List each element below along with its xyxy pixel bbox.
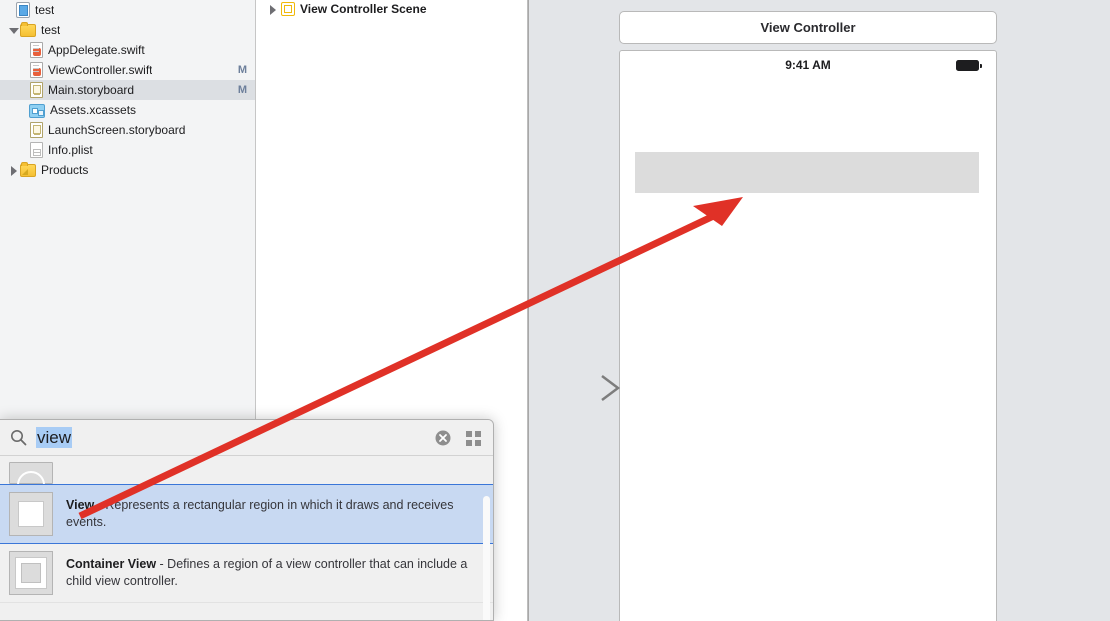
storyboard-canvas[interactable]: View Controller 9:41 AM <box>528 0 1110 621</box>
nav-row-launchscreen[interactable]: LaunchScreen.storyboard <box>0 120 255 140</box>
swift-file-icon <box>30 62 43 78</box>
nav-row-infoplist[interactable]: Info.plist <box>0 140 255 160</box>
products-folder-icon <box>20 162 36 177</box>
swift-file-icon <box>30 42 43 58</box>
chevron-right-icon[interactable] <box>8 165 19 176</box>
dropped-view-rectangle[interactable] <box>635 152 979 193</box>
asset-catalog-icon <box>29 103 45 118</box>
status-bar-time: 9:41 AM <box>785 58 831 72</box>
list-item-title: Container View <box>66 557 157 571</box>
list-item-text: View - Represents a rectangular region i… <box>66 497 483 531</box>
view-controller-title: View Controller <box>760 20 856 35</box>
storyboard-file-icon <box>30 82 43 98</box>
nav-row-label: AppDelegate.swift <box>48 43 145 57</box>
battery-full-icon <box>956 60 982 71</box>
outline-row-label: View Controller Scene <box>300 2 427 16</box>
file-status-badge: M <box>237 84 247 96</box>
library-scrollbar[interactable] <box>483 496 490 620</box>
nav-row-project[interactable]: test <box>0 0 255 20</box>
clear-search-icon[interactable] <box>435 430 451 446</box>
nav-row-viewcontroller[interactable]: ViewController.swift M <box>0 60 255 80</box>
chevron-down-icon[interactable] <box>8 25 19 36</box>
list-item-view[interactable]: View - Represents a rectangular region i… <box>0 484 493 544</box>
storyboard-entry-point-arrow <box>529 375 621 401</box>
plist-file-icon <box>30 142 43 158</box>
nav-row-label: Products <box>41 163 89 177</box>
nav-row-main-storyboard[interactable]: Main.storyboard M <box>0 80 255 100</box>
file-status-badge: M <box>237 64 247 76</box>
dial-object-icon <box>9 462 53 484</box>
nav-row-label: Main.storyboard <box>48 83 135 97</box>
view-object-icon <box>9 492 53 536</box>
nav-row-appdelegate[interactable]: AppDelegate.swift <box>0 40 255 60</box>
simulated-status-bar: 9:41 AM <box>620 51 996 79</box>
project-icon <box>16 2 30 18</box>
search-icon <box>11 430 27 446</box>
storyboard-file-icon <box>30 122 43 138</box>
device-canvas-frame[interactable]: 9:41 AM <box>619 50 997 621</box>
nav-row-assets[interactable]: Assets.xcassets <box>0 100 255 120</box>
chevron-right-icon[interactable] <box>267 4 278 15</box>
library-results-list[interactable]: View - Represents a rectangular region i… <box>0 456 493 620</box>
nav-row-label: test <box>35 3 55 17</box>
nav-row-label: Assets.xcassets <box>50 103 137 117</box>
nav-row-products[interactable]: Products <box>0 160 255 180</box>
nav-row-label: test <box>41 23 61 37</box>
list-item[interactable] <box>0 456 493 484</box>
grid-view-toggle-icon[interactable] <box>466 431 481 446</box>
nav-row-label: Info.plist <box>48 143 93 157</box>
outline-row-view-controller-scene[interactable]: View Controller Scene <box>257 0 527 18</box>
container-view-object-icon <box>9 551 53 595</box>
search-input[interactable]: view <box>36 427 73 448</box>
list-item-description: - Represents a rectangular region in whi… <box>66 498 454 529</box>
object-library-popup[interactable]: view View - Represents a rectangular reg… <box>0 419 494 621</box>
nav-row-test-folder[interactable]: test <box>0 20 255 40</box>
list-item-text: Container View - Defines a region of a v… <box>66 556 483 590</box>
nav-row-label: LaunchScreen.storyboard <box>48 123 186 137</box>
view-controller-scene-icon <box>281 2 295 16</box>
list-item-title: View <box>66 498 95 512</box>
nav-row-label: ViewController.swift <box>48 63 153 77</box>
folder-icon <box>20 22 36 37</box>
view-controller-titlebar[interactable]: View Controller <box>619 11 997 44</box>
list-item-container-view[interactable]: Container View - Defines a region of a v… <box>0 544 493 603</box>
library-search-bar[interactable]: view <box>0 420 493 456</box>
